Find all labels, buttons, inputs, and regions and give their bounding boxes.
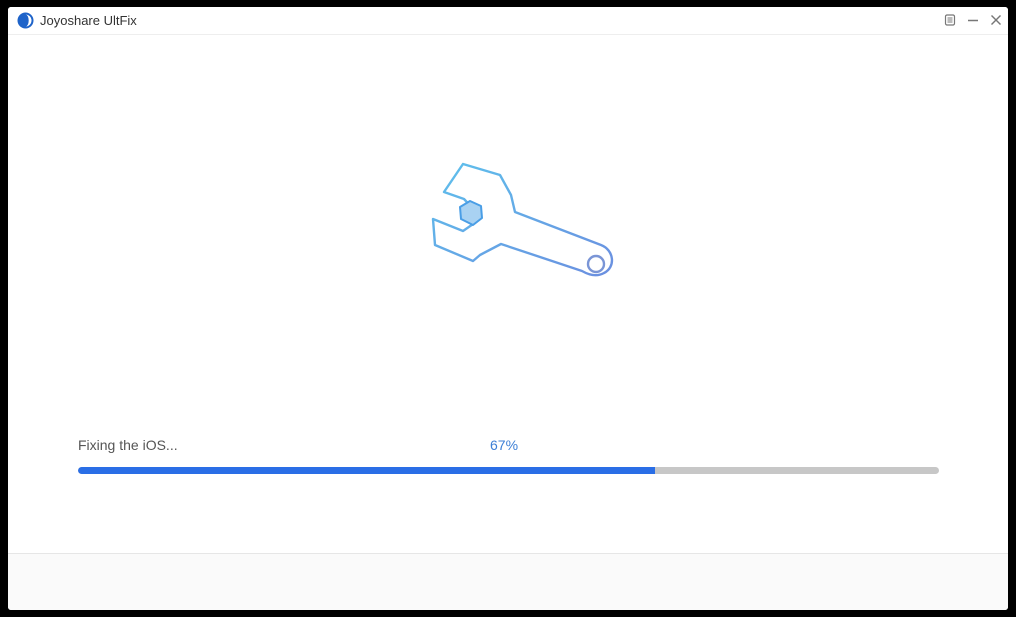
progress-fill [78,467,655,474]
title-bar[interactable]: Joyoshare UltFix [8,7,1008,35]
close-button[interactable] [987,11,1005,29]
menu-icon [944,14,956,26]
menu-button[interactable] [941,11,959,29]
footer-bar [8,553,1008,610]
app-window: Joyoshare UltFix Fixing the iOS... 67% [8,7,1008,610]
progress-percent: 67% [490,437,519,453]
minimize-icon [968,19,978,22]
status-label: Fixing the iOS... [78,437,178,453]
progress-bar [78,467,939,474]
joyoshare-logo-icon [17,12,34,29]
wrench-icon [431,162,614,277]
close-icon [991,15,1001,25]
minimize-button[interactable] [964,11,982,29]
window-title: Joyoshare UltFix [40,13,137,28]
